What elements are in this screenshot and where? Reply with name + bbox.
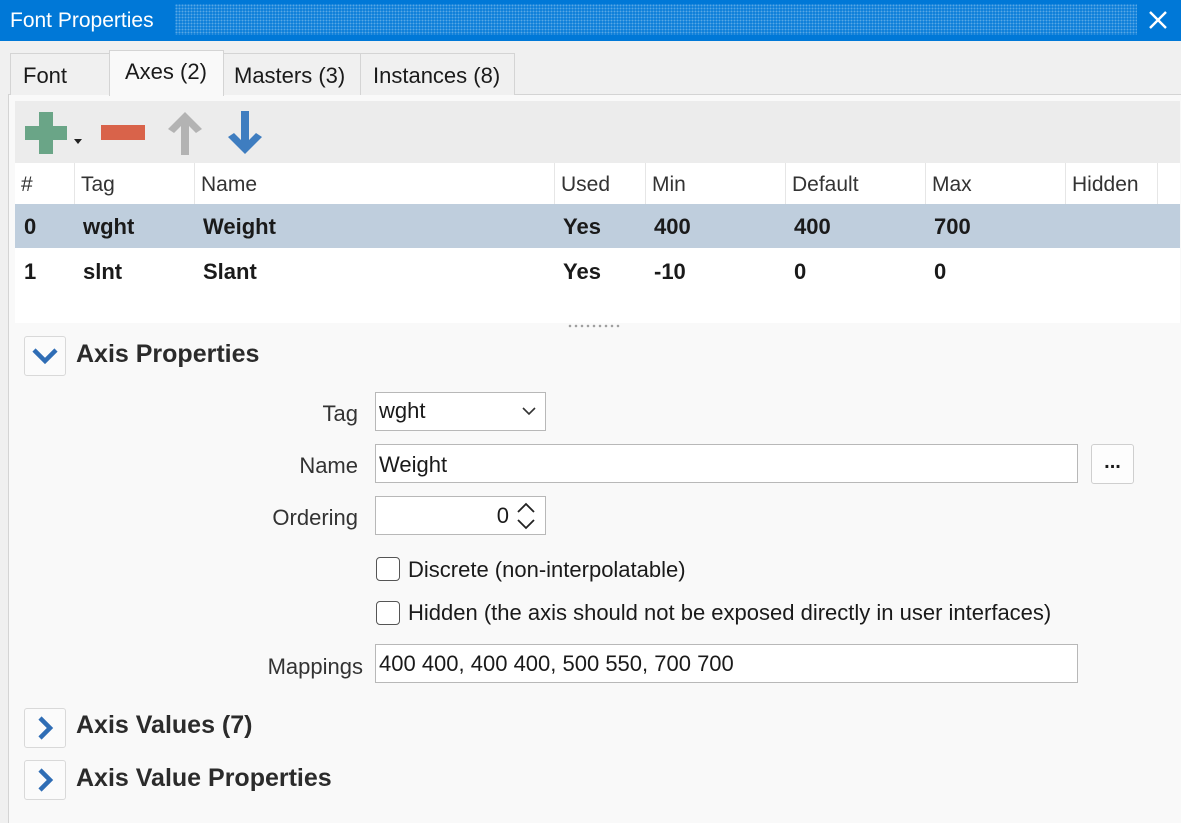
column-header-min[interactable]: Min (646, 163, 786, 204)
cell-used: Yes (563, 259, 601, 284)
column-header-used[interactable]: Used (555, 163, 646, 204)
name-browse-button[interactable]: ... (1091, 444, 1134, 484)
tab-label: Axes (2) (125, 59, 207, 84)
tab-masters[interactable]: Masters (3) (223, 53, 361, 95)
cell-min: 400 (654, 214, 691, 239)
table-row[interactable]: 1 slnt Slant Yes -10 0 0 (15, 249, 1180, 293)
ordering-value: 0 (496, 503, 509, 528)
cell-tag: wght (83, 214, 135, 239)
tab-font[interactable]: Font (10, 53, 110, 95)
close-icon (1149, 11, 1167, 29)
chevron-down-icon (522, 407, 536, 416)
tab-label: Masters (3) (234, 63, 346, 88)
cell-tag: slnt (83, 259, 123, 284)
axis-values-expander[interactable] (24, 708, 66, 748)
add-axis-button[interactable] (23, 110, 87, 156)
tab-axes[interactable]: Axes (2) (109, 50, 224, 96)
mappings-label: Mappings (267, 654, 363, 679)
splitter-handle[interactable] (567, 323, 621, 329)
title-bar: Font Properties (0, 0, 1181, 41)
cell-min: -10 (654, 259, 686, 284)
axes-grid: # Tag Name Used Min Default Max Hidden 0… (15, 163, 1180, 323)
chevron-right-icon (38, 716, 54, 740)
cell-max: 0 (934, 259, 947, 284)
mappings-field[interactable] (375, 644, 1078, 683)
cell-index: 1 (24, 259, 37, 284)
hidden-checkbox[interactable] (376, 601, 400, 625)
plus-icon (25, 112, 82, 154)
name-field[interactable] (375, 444, 1078, 483)
column-header-tag[interactable]: Tag (75, 163, 195, 204)
tab-label: Instances (8) (373, 63, 501, 88)
arrow-up-icon (168, 112, 202, 155)
tab-label: Font (23, 63, 68, 88)
table-row[interactable]: 0 wght Weight Yes 400 400 700 (15, 204, 1180, 248)
axis-value-properties-expander[interactable] (24, 760, 66, 800)
cell-index: 0 (24, 214, 37, 239)
cell-name: Weight (203, 214, 276, 239)
window-title: Font Properties (10, 9, 154, 32)
discrete-checkbox[interactable] (376, 557, 400, 581)
close-button[interactable] (1143, 5, 1173, 35)
move-up-button[interactable] (165, 110, 205, 156)
axes-toolbar (15, 101, 1180, 163)
cell-default: 0 (794, 259, 807, 284)
move-down-button[interactable] (225, 110, 265, 156)
cell-max: 700 (934, 214, 971, 239)
chevron-right-icon (38, 768, 54, 792)
name-input[interactable] (379, 445, 1077, 483)
tab-instances[interactable]: Instances (8) (360, 53, 515, 95)
tag-label: Tag (322, 401, 358, 426)
minus-icon (101, 125, 145, 140)
remove-axis-button[interactable] (99, 110, 147, 156)
ordering-spinbox[interactable]: 0 (375, 496, 546, 535)
column-header-index[interactable]: # (15, 163, 75, 204)
spin-arrows-icon[interactable] (515, 500, 537, 532)
title-bar-grip (175, 4, 1137, 35)
name-label: Name (299, 453, 358, 478)
tag-combobox[interactable]: wght (375, 392, 546, 431)
chevron-down-icon (32, 348, 58, 365)
axis-value-properties-title: Axis Value Properties (76, 764, 332, 792)
arrow-down-icon (228, 111, 262, 154)
axis-properties-title: Axis Properties (76, 340, 260, 368)
axis-properties-expander[interactable] (24, 336, 66, 376)
cell-default: 400 (794, 214, 831, 239)
cell-used: Yes (563, 214, 601, 239)
tag-combobox-value: wght (379, 398, 426, 423)
grid-header: # Tag Name Used Min Default Max Hidden (15, 163, 1158, 204)
axis-values-title: Axis Values (7) (76, 711, 253, 739)
column-header-max[interactable]: Max (926, 163, 1066, 204)
column-header-name[interactable]: Name (195, 163, 555, 204)
ordering-label: Ordering (272, 505, 358, 530)
cell-name: Slant (203, 259, 257, 284)
discrete-checkbox-label[interactable]: Discrete (non-interpolatable) (408, 557, 686, 583)
column-header-hidden[interactable]: Hidden (1066, 163, 1158, 204)
mappings-input[interactable] (379, 645, 1077, 682)
hidden-checkbox-label[interactable]: Hidden (the axis should not be exposed d… (408, 600, 1051, 626)
column-header-default[interactable]: Default (786, 163, 926, 204)
